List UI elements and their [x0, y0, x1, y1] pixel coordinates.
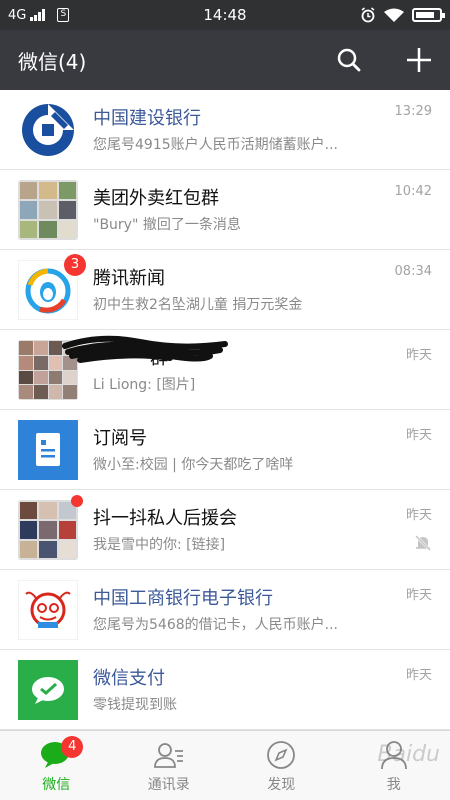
- battery-icon: [412, 8, 445, 22]
- tab-contacts[interactable]: 通讯录: [113, 731, 226, 800]
- chat-item-tencent-news[interactable]: 3 腾讯新闻 初中生救2名坠湖儿童 捐万元奖金 08:34: [0, 250, 450, 330]
- chat-preview: Li Liong: [图片]: [93, 377, 196, 393]
- chat-name: 抖一抖私人后援会: [93, 508, 237, 529]
- person-icon: [380, 741, 407, 770]
- avatar: [18, 420, 78, 480]
- unread-badge: 3: [64, 254, 86, 276]
- search-button[interactable]: [336, 47, 362, 73]
- chat-time: 08:34: [394, 264, 432, 279]
- chat-name: 美团外卖红包群: [93, 188, 219, 209]
- chat-time: 昨天: [405, 508, 432, 523]
- add-button[interactable]: [406, 47, 432, 73]
- chat-item-subscriptions[interactable]: 订阅号 微小至:校园 | 你今天都吃了啥咩 昨天: [0, 410, 450, 490]
- chat-item-ccb[interactable]: 中国建设银行 您尾号4915账户人民币活期储蓄账户... 13:29: [0, 90, 450, 170]
- tab-badge: 4: [61, 736, 84, 758]
- group-avatar: [18, 495, 83, 560]
- chat-name: 群: [150, 348, 168, 369]
- compass-icon: [267, 741, 296, 769]
- avatar: 3: [17, 254, 86, 321]
- chat-preview: "Bury" 撤回了一条消息: [93, 217, 241, 233]
- avatar: [17, 579, 79, 641]
- avatar: [18, 660, 78, 720]
- chat-name: 中国工商银行电子银行: [93, 588, 273, 609]
- tab-me[interactable]: 我: [338, 731, 450, 800]
- search-icon: [337, 48, 361, 72]
- subscription-icon: [18, 420, 78, 480]
- chat-list: 中国建设银行 您尾号4915账户人民币活期储蓄账户... 13:29 美团外卖红…: [0, 90, 450, 730]
- tab-label: 通讯录: [147, 777, 190, 793]
- chat-name: 腾讯新闻: [93, 268, 165, 289]
- title-bar: 微信(4): [0, 30, 450, 90]
- chat-preview: 零钱提现到账: [93, 697, 177, 713]
- avatar: [18, 100, 78, 160]
- chat-item-wechat-pay[interactable]: 微信支付 零钱提现到账 昨天: [0, 650, 450, 730]
- chat-time: 13:29: [394, 104, 432, 119]
- chat-preview: 您尾号为5468的借记卡，人民币账户...: [93, 617, 338, 633]
- group-avatar: [18, 180, 78, 240]
- chat-time: 昨天: [405, 668, 432, 683]
- chat-time: 10:42: [394, 184, 432, 199]
- chat-time: 昨天: [405, 348, 432, 363]
- chat-name: 中国建设银行: [93, 108, 201, 129]
- chat-time: 昨天: [405, 428, 432, 443]
- chat-time: 昨天: [405, 588, 432, 603]
- tab-discover[interactable]: 发现: [225, 731, 338, 800]
- tab-label: 发现: [267, 777, 296, 793]
- chat-preview: 初中生救2名坠湖儿童 捐万元奖金: [93, 297, 303, 313]
- tab-chats[interactable]: 4 微信: [0, 731, 113, 800]
- plus-icon: [407, 48, 431, 72]
- wechat-pay-icon: [18, 660, 78, 720]
- chat-preview: 微小至:校园 | 你今天都吃了啥咩: [93, 457, 294, 473]
- chat-name: 订阅号: [93, 428, 147, 449]
- contacts-icon: [153, 743, 183, 768]
- chat-preview: 我是雪中的你: [链接]: [93, 537, 226, 553]
- clock: 14:48: [203, 6, 247, 24]
- tab-label: 微信: [42, 777, 71, 793]
- chat-item-meituan-group[interactable]: 美团外卖红包群 "Bury" 撤回了一条消息 10:42: [0, 170, 450, 250]
- tab-label: 我: [386, 777, 401, 793]
- mute-bell-icon: [415, 535, 431, 551]
- chat-item-redacted-group[interactable]: 群 Li Liong: [图片] 昨天: [0, 330, 450, 410]
- page-title: 微信(4): [18, 49, 87, 74]
- ccb-logo-icon: [18, 100, 78, 160]
- chat-name: 微信支付: [93, 668, 165, 689]
- group-avatar: [18, 340, 78, 400]
- chat-item-icbc[interactable]: 中国工商银行电子银行 您尾号为5468的借记卡，人民币账户... 昨天: [0, 570, 450, 650]
- chat-item-fan-club-group[interactable]: 抖一抖私人后援会 我是雪中的你: [链接] 昨天: [0, 490, 450, 570]
- status-bar: 4G S 14:48: [0, 0, 450, 30]
- chat-preview: 您尾号4915账户人民币活期储蓄账户...: [93, 137, 338, 153]
- bottom-tab-bar: 4 微信 通讯录 发现 我: [0, 730, 450, 800]
- icbc-mascot-icon: [17, 579, 79, 641]
- unread-dot: [71, 495, 83, 507]
